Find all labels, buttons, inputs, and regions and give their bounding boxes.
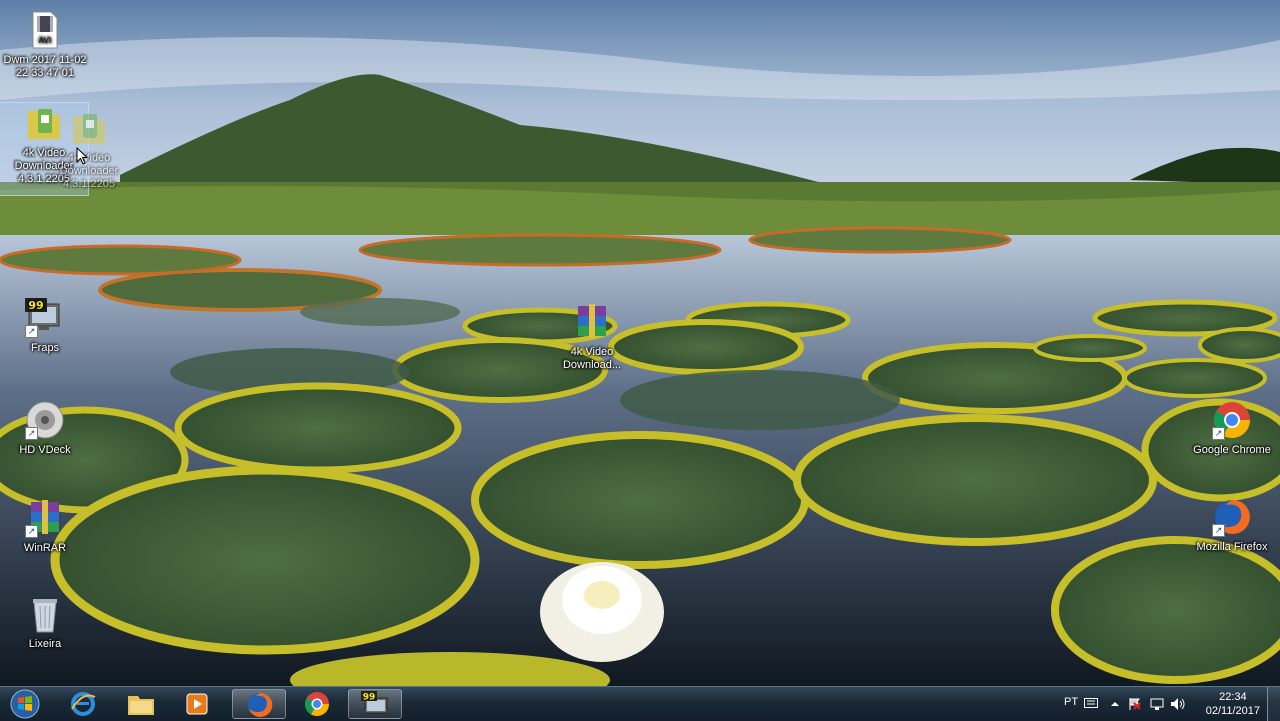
taskbar-firefox[interactable] <box>232 689 286 719</box>
shortcut-arrow-icon: ↗ <box>25 325 38 338</box>
chrome-icon: ↗ <box>1212 400 1252 440</box>
desktop-icon-label: Fraps <box>30 342 60 354</box>
fraps-icon: 99 <box>361 691 388 714</box>
desktop-icon-label: WinRAR <box>23 542 67 554</box>
desktop-icon-label: Mozilla Firefox <box>1196 541 1268 553</box>
windows-logo-icon <box>10 689 40 719</box>
desktop-icon-hd-vdeck[interactable]: ↗ HD VDeck <box>0 400 90 457</box>
volume-icon[interactable] <box>1170 697 1186 711</box>
desktop-icon-label: 4k Video Download... <box>562 346 622 371</box>
keyboard-icon[interactable] <box>1084 698 1098 708</box>
action-center-flag-icon[interactable] <box>1128 697 1142 711</box>
taskbar-file-explorer[interactable] <box>114 689 168 719</box>
video-file-icon: AVI <box>25 10 65 50</box>
clock-time: 22:34 <box>1219 691 1247 703</box>
winrar-icon: ↗ <box>25 498 65 538</box>
desktop-icon-google-chrome[interactable]: ↗ Google Chrome <box>1187 400 1277 457</box>
vdeck-icon: ↗ <box>25 400 65 440</box>
desktop-icon-video-downloader-drag: 4k Video Downloader 4.3.1.2205 <box>44 108 134 191</box>
desktop-icon-label: HD VDeck <box>19 444 71 456</box>
shortcut-arrow-icon: ↗ <box>1212 427 1225 440</box>
taskbar: 99 PT 22:34 02/11/2017 <box>0 686 1280 721</box>
desktop-icon-mozilla-firefox[interactable]: ↗ Mozilla Firefox <box>1187 497 1277 554</box>
clock-date: 02/11/2017 <box>1205 705 1260 717</box>
fraps-badge: 99 <box>28 299 43 312</box>
taskbar-media-player[interactable] <box>170 689 224 719</box>
firefox-icon <box>248 692 273 717</box>
show-desktop-button[interactable] <box>1267 687 1280 721</box>
desktop-icon-fraps[interactable]: 99 ↗ Fraps <box>0 298 90 355</box>
taskbar-clock[interactable]: 22:34 02/11/2017 <box>1206 690 1260 718</box>
mouse-cursor-icon <box>76 147 88 165</box>
desktop-icon-winrar-archive[interactable]: 4k Video Download... <box>547 302 637 372</box>
desktop-wallpaper <box>0 0 1280 686</box>
fraps-icon: 99 ↗ <box>25 298 65 338</box>
downloader-folder-icon <box>69 108 109 148</box>
firefox-icon: ↗ <box>1212 497 1252 537</box>
desktop-icon-winrar[interactable]: ↗ WinRAR <box>0 498 90 555</box>
recycle-bin-icon <box>25 594 65 634</box>
shortcut-arrow-icon: ↗ <box>25 427 38 440</box>
desktop-icon-label: Google Chrome <box>1193 444 1271 456</box>
network-icon[interactable] <box>1150 697 1164 711</box>
taskbar-internet-explorer[interactable] <box>56 689 110 719</box>
shortcut-arrow-icon: ↗ <box>25 525 38 538</box>
desktop-icon-recycle-bin[interactable]: Lixeira <box>0 594 90 651</box>
system-tray: PT 22:34 02/11/2017 <box>1050 687 1280 721</box>
start-button[interactable] <box>0 689 50 719</box>
folder-icon <box>128 696 154 715</box>
chrome-icon <box>304 692 329 717</box>
language-indicator[interactable]: PT <box>1064 696 1078 708</box>
winrar-archive-icon <box>572 302 612 342</box>
shortcut-arrow-icon: ↗ <box>1212 524 1225 537</box>
ie-icon <box>71 692 96 716</box>
avi-badge: AVI <box>39 36 52 45</box>
desktop-icon-dwm-video[interactable]: AVI Dwm 2017 11-02 22 33 47 01 <box>0 10 90 80</box>
fraps-badge: 99 <box>363 693 376 703</box>
desktop-icon-label: Dwm 2017 11-02 22 33 47 01 <box>3 54 87 79</box>
desktop-icon-label: 4k Video Downloader 4.3.1.2205 <box>59 152 119 190</box>
water-lily-flower <box>540 562 664 662</box>
media-player-icon <box>186 693 208 715</box>
taskbar-chrome[interactable] <box>290 689 344 719</box>
show-hidden-icons-chevron-icon[interactable] <box>1110 699 1120 709</box>
taskbar-fraps[interactable]: 99 <box>348 689 402 719</box>
desktop-icon-label: Lixeira <box>28 638 62 650</box>
